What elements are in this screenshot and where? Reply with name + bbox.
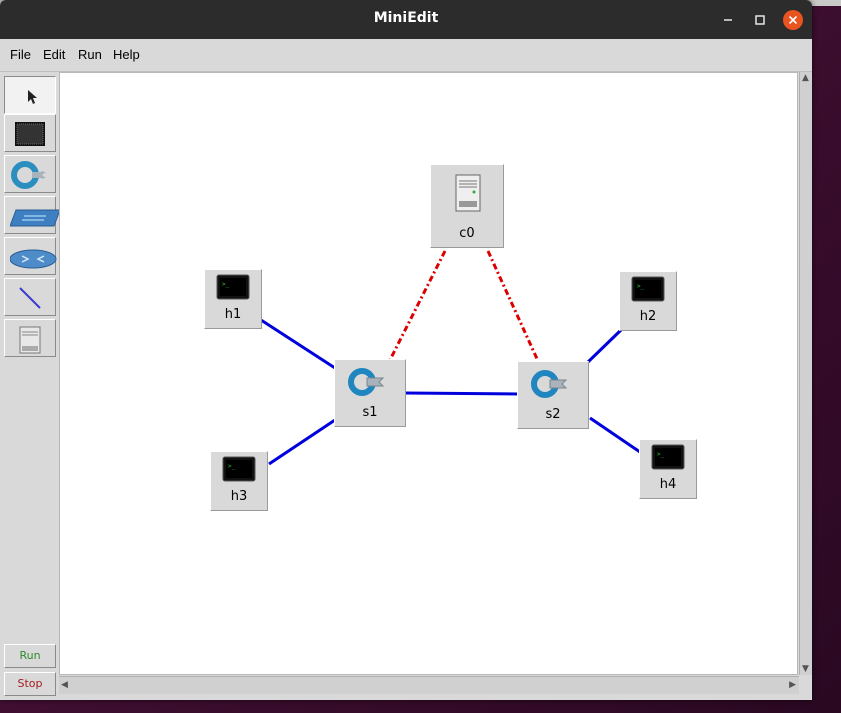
menu-bar: File Edit Run Help [0, 39, 812, 72]
svg-text:>_: >_ [657, 451, 665, 458]
router-icon [10, 249, 57, 269]
terminal-icon: >_ [216, 274, 250, 300]
controller-tool-button[interactable] [4, 319, 56, 357]
link-s1-s2[interactable] [404, 391, 519, 396]
legacy-switch-tool-button[interactable] [4, 196, 60, 234]
terminal-icon: >_ [631, 276, 665, 302]
router-tool-button[interactable] [4, 237, 57, 275]
miniedit-window: MiniEdit File Edit Run Help Run Stop c0 … [0, 0, 812, 700]
link-h1-s1[interactable] [260, 318, 336, 370]
node-label: h4 [659, 477, 677, 492]
minimize-icon [724, 19, 732, 21]
switch-tool-button[interactable] [4, 155, 56, 193]
stop-button[interactable]: Stop [4, 672, 56, 696]
select-tool-button[interactable] [4, 76, 56, 114]
horizontal-scrollbar[interactable]: ◀ ▶ [59, 676, 799, 694]
run-button[interactable]: Run [4, 644, 56, 668]
scroll-left-icon[interactable]: ◀ [61, 680, 68, 690]
link-c0-s2[interactable] [486, 250, 540, 362]
window-title: MiniEdit [373, 10, 439, 26]
menu-help[interactable]: Help [113, 47, 140, 62]
svg-text:>_: >_ [228, 463, 236, 470]
scroll-down-icon[interactable]: ▼ [802, 664, 809, 674]
menu-edit[interactable]: Edit [43, 47, 65, 62]
host-icon [15, 122, 45, 146]
svg-text:>_: >_ [637, 283, 645, 290]
topology-canvas[interactable]: c0 >_ h1 >_ h3 >_ h2 >_ h4 s1 s2 [59, 72, 798, 675]
minimize-button[interactable] [718, 10, 738, 30]
menu-file[interactable]: File [10, 47, 31, 62]
host-node-h2[interactable]: >_ h2 [619, 271, 677, 331]
switch-icon [11, 161, 46, 189]
menu-run[interactable]: Run [78, 47, 102, 62]
switch-node-s1[interactable]: s1 [334, 359, 406, 427]
close-icon [788, 15, 798, 25]
link-s2-h4[interactable] [589, 416, 641, 454]
select-icon [28, 90, 37, 104]
controller-node-c0[interactable]: c0 [430, 164, 504, 248]
node-label: s1 [362, 405, 378, 420]
vertical-scrollbar[interactable]: ▲ ▼ [799, 72, 812, 675]
node-label: h3 [230, 489, 248, 504]
scroll-up-icon[interactable]: ▲ [802, 73, 809, 83]
tool-palette: Run Stop [0, 72, 60, 700]
switch-icon [348, 368, 385, 396]
maximize-icon [755, 15, 765, 25]
legacy-switch-icon [10, 209, 60, 227]
node-label: c0 [459, 226, 475, 241]
terminal-icon: >_ [222, 456, 256, 482]
link-s2-h2[interactable] [586, 328, 623, 364]
link-icon [19, 287, 41, 309]
switch-icon [531, 370, 568, 398]
host-node-h3[interactable]: >_ h3 [210, 451, 268, 511]
switch-node-s2[interactable]: s2 [517, 361, 589, 429]
host-node-h1[interactable]: >_ h1 [204, 269, 262, 329]
svg-text:>_: >_ [222, 281, 230, 288]
node-label: h2 [639, 309, 657, 324]
host-tool-button[interactable] [4, 114, 56, 152]
host-node-h4[interactable]: >_ h4 [639, 439, 697, 499]
link-c0-s1[interactable] [388, 250, 447, 361]
controller-icon [19, 326, 41, 354]
links-layer [260, 250, 641, 466]
terminal-icon: >_ [651, 444, 685, 470]
controller-icon [455, 174, 481, 212]
close-button[interactable] [783, 10, 803, 30]
node-label: h1 [224, 307, 242, 322]
node-label: s2 [545, 407, 561, 422]
maximize-button[interactable] [750, 10, 770, 30]
scroll-right-icon[interactable]: ▶ [789, 680, 796, 690]
link-h3-s1[interactable] [268, 418, 336, 466]
title-bar[interactable]: MiniEdit [0, 0, 812, 39]
link-tool-button[interactable] [4, 278, 56, 316]
